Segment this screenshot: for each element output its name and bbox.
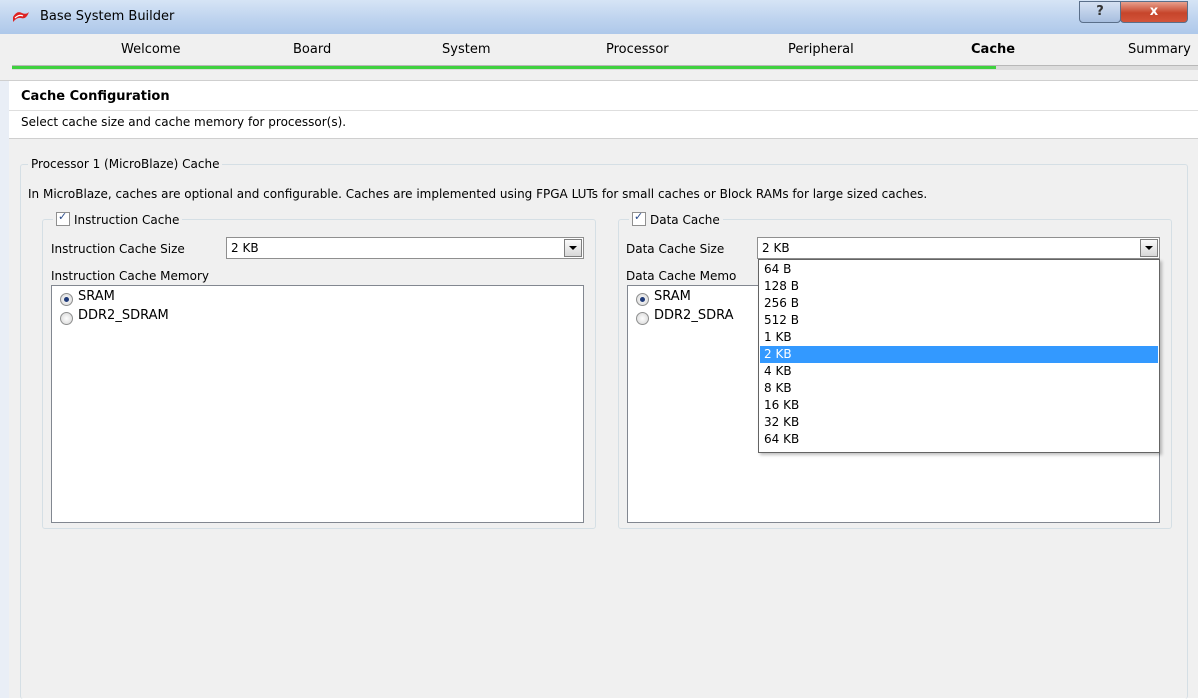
app-logo-icon [13,12,29,22]
step-summary[interactable]: Summary [1128,42,1191,57]
size-option[interactable]: 256 B [760,295,1158,312]
processor-group-description: In MicroBlaze, caches are optional and c… [28,187,928,201]
size-option-label: 16 KB [764,398,800,412]
step-processor[interactable]: Processor [606,42,669,57]
data-cache-size-dropdown-button[interactable] [1140,239,1158,257]
instruction-cache-size-label: Instruction Cache Size [51,242,185,256]
size-option-label: 128 B [764,279,799,293]
data-cache-size-dropdown-list: 64 B 128 B 256 B 512 B 1 KB 2 KB 4 KB 8 … [758,259,1160,453]
data-cache-memory-label: Data Cache Memo [626,269,737,283]
size-option[interactable]: 64 KB [760,431,1158,448]
size-option[interactable]: 64 B [760,261,1158,278]
size-option-label: 512 B [764,313,799,327]
size-option-selected[interactable]: 2 KB [760,346,1158,363]
size-option-label: 256 B [764,296,799,310]
size-option[interactable]: 512 B [760,312,1158,329]
close-button[interactable]: x [1120,1,1188,23]
instruction-cache-label: Instruction Cache [74,213,180,227]
wizard-progress-fill [12,66,997,69]
step-peripheral[interactable]: Peripheral [788,42,854,57]
instruction-cache-memory-label: Instruction Cache Memory [51,269,209,283]
size-option-label: 4 KB [764,364,792,378]
wizard-progress-bar [12,65,1198,70]
chevron-down-icon [1145,246,1153,250]
title-bar: Base System Builder ? x [0,0,1198,35]
page-title: Cache Configuration [21,89,170,104]
size-option[interactable]: 4 KB [760,363,1158,380]
size-option[interactable]: 32 KB [760,414,1158,431]
size-option-label: 2 KB [764,347,792,361]
size-option-label: 64 KB [764,432,800,446]
data-cache-size-label: Data Cache Size [626,242,725,256]
step-cache[interactable]: Cache [971,42,1015,57]
instruction-memory-sram-radio[interactable] [60,293,73,306]
data-cache-size-value: 2 KB [762,241,790,255]
wizard-steps: Welcome Board System Processor Periphera… [0,34,1198,81]
instruction-cache-size-select[interactable]: 2 KB [226,237,584,259]
header-divider [9,110,1198,111]
step-board[interactable]: Board [293,42,331,57]
instruction-cache-toggle[interactable]: Instruction Cache [53,210,183,227]
page-description: Select cache size and cache memory for p… [21,115,347,129]
data-cache-size-select[interactable]: 2 KB [757,237,1160,259]
processor-group-title: Processor 1 (MicroBlaze) Cache [28,157,223,171]
size-option-label: 8 KB [764,381,792,395]
size-option[interactable]: 1 KB [760,329,1158,346]
chevron-down-icon [569,246,577,250]
instruction-cache-size-dropdown-button[interactable] [564,239,582,257]
data-cache-toggle[interactable]: Data Cache [629,210,723,227]
data-cache-label: Data Cache [650,213,720,227]
instruction-cache-memory-list: SRAM DDR2_SDRAM [51,285,584,523]
data-memory-sram-label[interactable]: SRAM [654,289,691,304]
instruction-cache-size-value: 2 KB [231,241,259,255]
size-option-label: 1 KB [764,330,792,344]
data-memory-ddr2-radio[interactable] [636,312,649,325]
size-option[interactable]: 8 KB [760,380,1158,397]
step-welcome[interactable]: Welcome [121,42,180,57]
window-title: Base System Builder [40,9,175,24]
data-memory-sram-radio[interactable] [636,293,649,306]
size-option-label: 32 KB [764,415,800,429]
page-header: Cache Configuration Select cache size an… [9,81,1198,139]
data-memory-ddr2-label[interactable]: DDR2_SDRA [654,308,734,323]
size-option[interactable]: 16 KB [760,397,1158,414]
size-option[interactable]: 128 B [760,278,1158,295]
help-button[interactable]: ? [1079,1,1121,23]
data-cache-checkbox[interactable] [632,210,646,226]
step-system[interactable]: System [442,42,490,57]
instruction-memory-ddr2-label[interactable]: DDR2_SDRAM [78,308,169,323]
size-option-label: 64 B [764,262,792,276]
instruction-memory-sram-label[interactable]: SRAM [78,289,115,304]
instruction-cache-checkbox[interactable] [56,210,70,226]
instruction-memory-ddr2-radio[interactable] [60,312,73,325]
